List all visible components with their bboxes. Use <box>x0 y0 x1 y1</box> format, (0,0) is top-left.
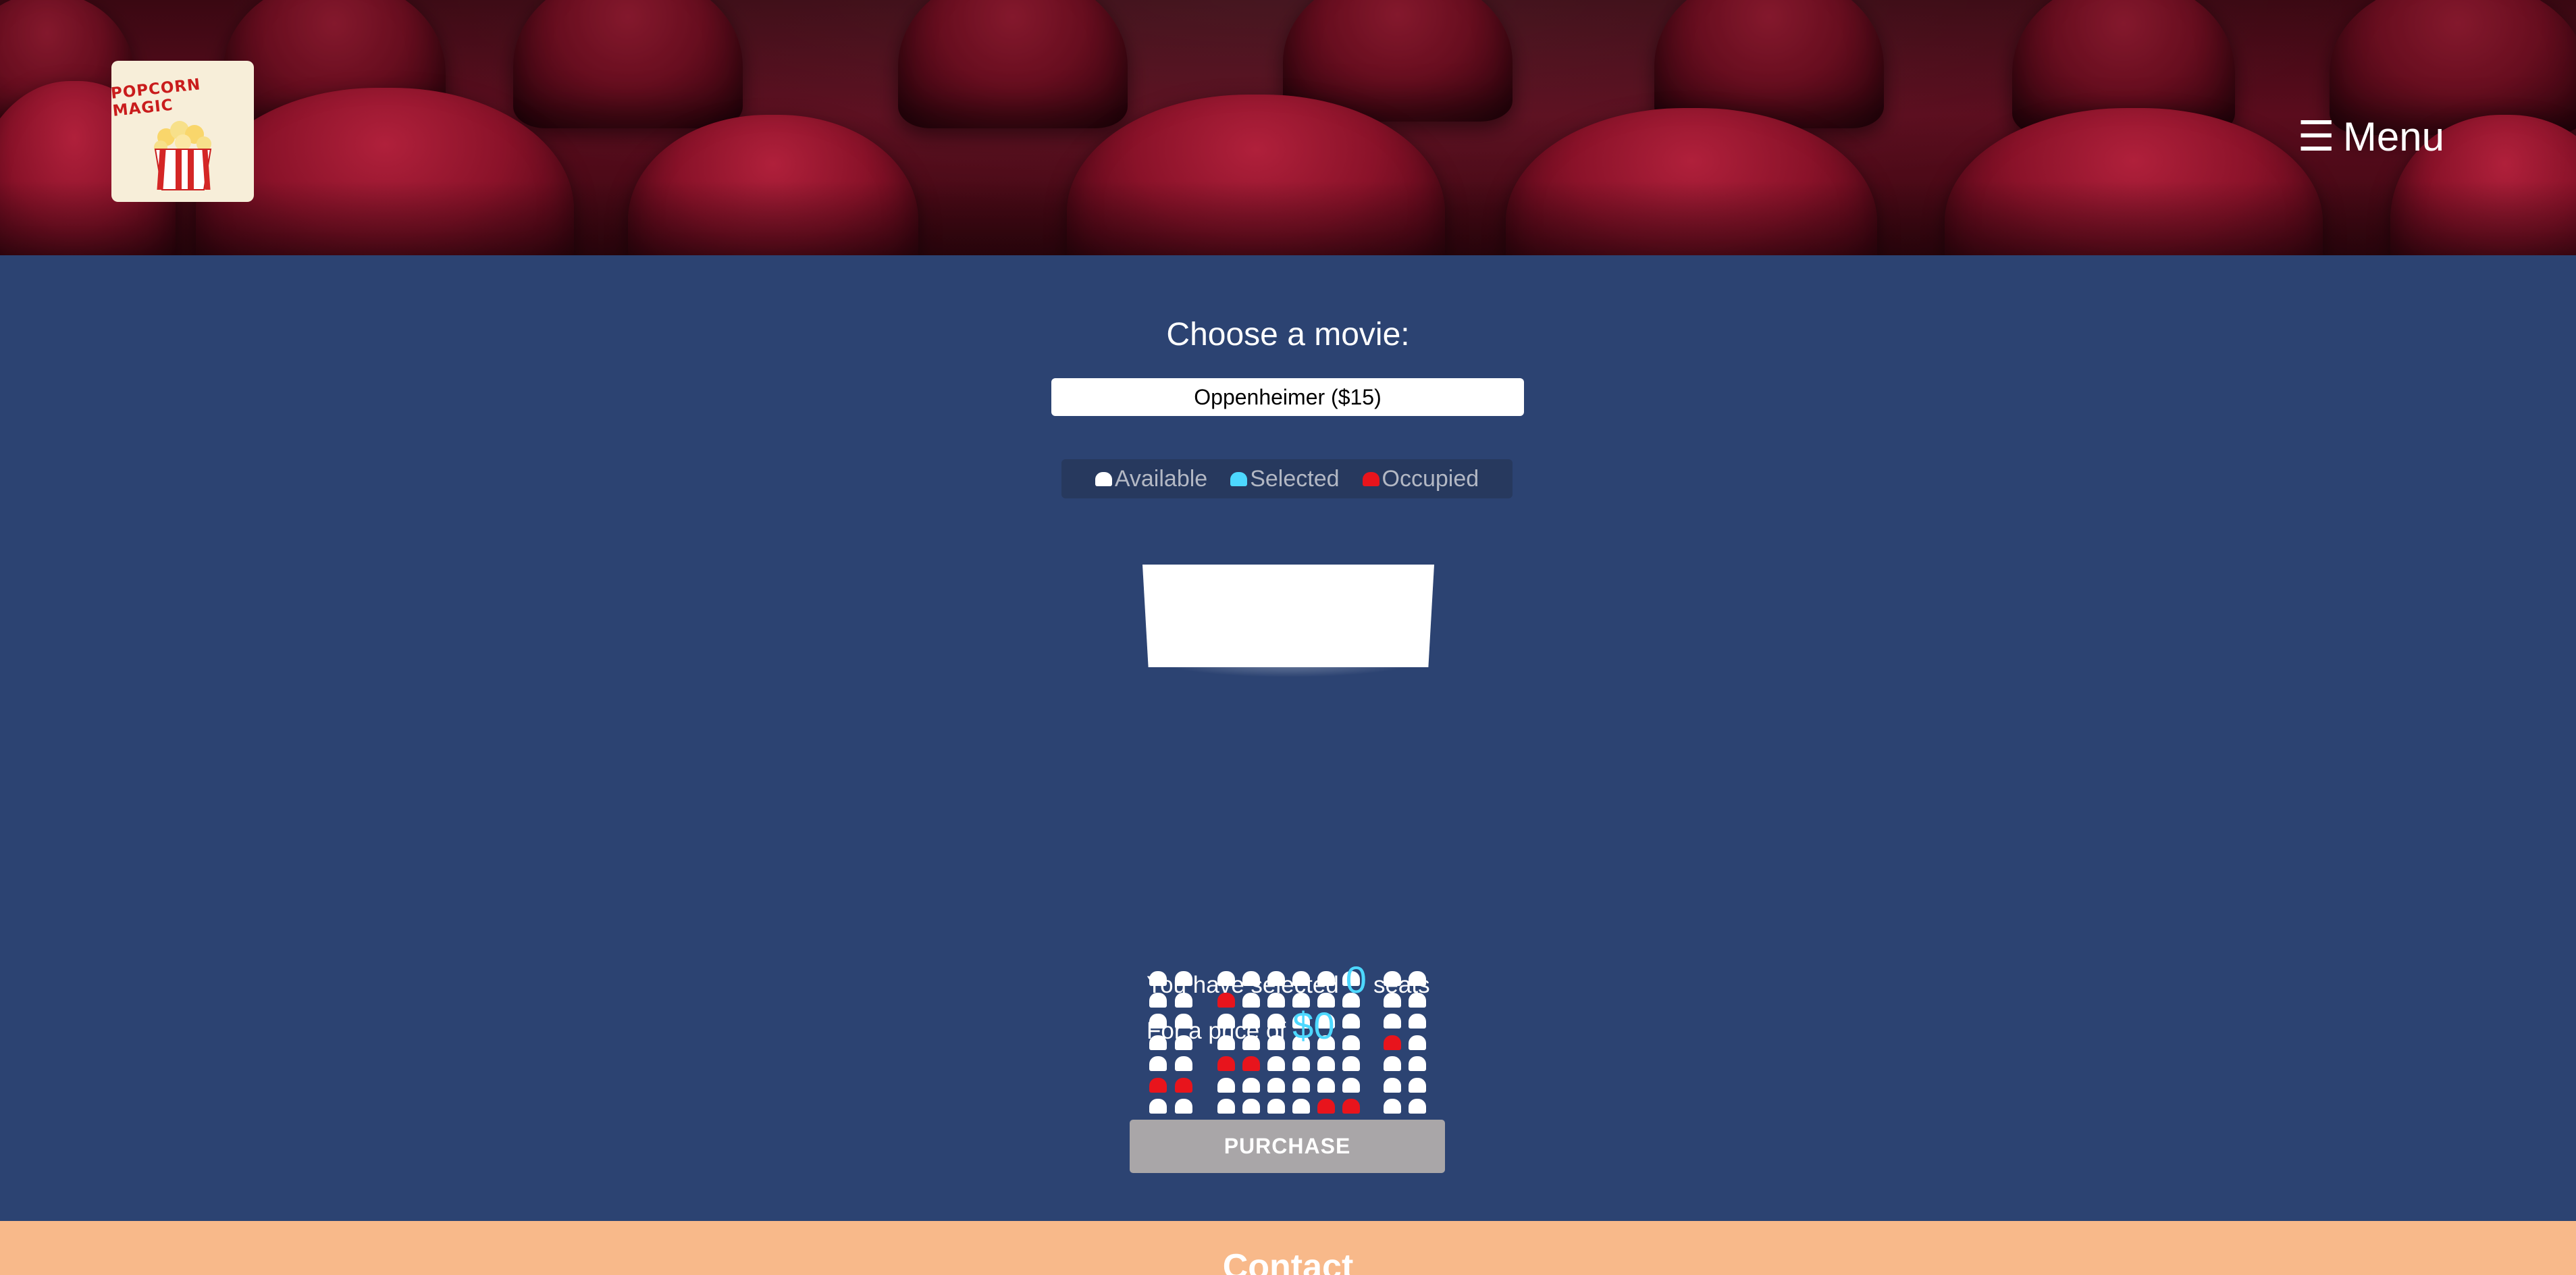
legend-label: Occupied <box>1382 465 1479 492</box>
logo-text: POPCORN MAGIC <box>109 75 202 120</box>
hamburger-icon: ☰ <box>2297 113 2335 160</box>
footer: Contact <box>0 1221 2576 1275</box>
seat-available[interactable] <box>1292 1077 1310 1093</box>
seat-available[interactable] <box>1292 1056 1310 1071</box>
logo[interactable]: POPCORN MAGIC <box>109 61 254 202</box>
legend-item-selected: Selected <box>1230 465 1340 492</box>
seat-available[interactable] <box>1384 1056 1401 1071</box>
seat-available[interactable] <box>1384 1099 1401 1114</box>
seat-available[interactable] <box>1175 1099 1192 1114</box>
legend-item-available: Available <box>1095 466 1207 492</box>
seat-available[interactable] <box>1267 1077 1285 1093</box>
contact-heading: Contact <box>1222 1247 1354 1275</box>
purchase-button[interactable]: PURCHASE <box>1130 1120 1445 1173</box>
seat-occupied <box>1342 1099 1360 1114</box>
total-price: $0 <box>1292 1004 1335 1047</box>
seat-occupied <box>1317 1099 1335 1114</box>
legend-label: Available <box>1114 465 1208 492</box>
seats-word: seats <box>1373 972 1430 998</box>
hero-shade <box>0 181 2576 255</box>
seat-available[interactable] <box>1342 1056 1360 1071</box>
seat-available[interactable] <box>1292 1099 1310 1114</box>
seat-occupied <box>1175 1077 1192 1093</box>
movie-select[interactable]: Oppenheimer ($15) <box>1051 378 1524 416</box>
seat-available[interactable] <box>1149 1056 1167 1071</box>
hero-banner: POPCORN MAGIC ☰ Menu <box>0 0 2576 255</box>
seat-available[interactable] <box>1242 1099 1260 1114</box>
seat-available[interactable] <box>1409 1099 1426 1114</box>
seat-occupied <box>1149 1077 1167 1093</box>
seat-count-row: You have selected 0 seats <box>1147 961 1430 1007</box>
seat-available[interactable] <box>1242 1077 1260 1093</box>
price-prefix: For a price of <box>1147 1018 1286 1044</box>
seat-count-prefix: You have selected <box>1147 972 1339 998</box>
screen-glow <box>1148 657 1429 677</box>
choose-movie-label: Choose a movie: <box>1166 317 1410 353</box>
theater-seat-image <box>898 0 1128 128</box>
seat-available[interactable] <box>1267 1056 1285 1071</box>
seat-available-icon <box>1095 471 1112 486</box>
seat-available[interactable] <box>1175 1056 1192 1071</box>
seat-occupied-icon <box>1362 471 1379 486</box>
seat-available[interactable] <box>1217 1077 1235 1093</box>
seat-legend: Available Selected Occupied <box>1061 459 1513 498</box>
menu-button[interactable]: ☰ Menu <box>2297 113 2444 160</box>
booking-section: Choose a movie: Oppenheimer ($15) Availa… <box>0 255 2576 1221</box>
menu-label: Menu <box>2342 114 2444 159</box>
seat-available[interactable] <box>1267 1099 1285 1114</box>
legend-label: Selected <box>1250 465 1340 492</box>
seat-occupied <box>1242 1056 1260 1071</box>
cinema-screen <box>1142 565 1434 667</box>
seat-available[interactable] <box>1409 1077 1426 1093</box>
selection-summary: You have selected 0 seats For a price of… <box>1147 961 1430 1053</box>
seat-available[interactable] <box>1217 1099 1235 1114</box>
seat-count: 0 <box>1345 958 1367 1001</box>
seat-selected-icon <box>1230 471 1248 486</box>
legend-item-occupied: Occupied <box>1362 465 1479 492</box>
seat-occupied <box>1217 1056 1235 1071</box>
seat-available[interactable] <box>1317 1056 1335 1071</box>
popcorn-icon <box>153 120 211 190</box>
seat-available[interactable] <box>1409 1056 1426 1071</box>
seat-available[interactable] <box>1342 1077 1360 1093</box>
seat-available[interactable] <box>1317 1077 1335 1093</box>
theater-seat-image <box>513 0 743 128</box>
seat-available[interactable] <box>1149 1099 1167 1114</box>
seat-available[interactable] <box>1384 1077 1401 1093</box>
price-row: For a price of $0 <box>1147 1007 1430 1053</box>
